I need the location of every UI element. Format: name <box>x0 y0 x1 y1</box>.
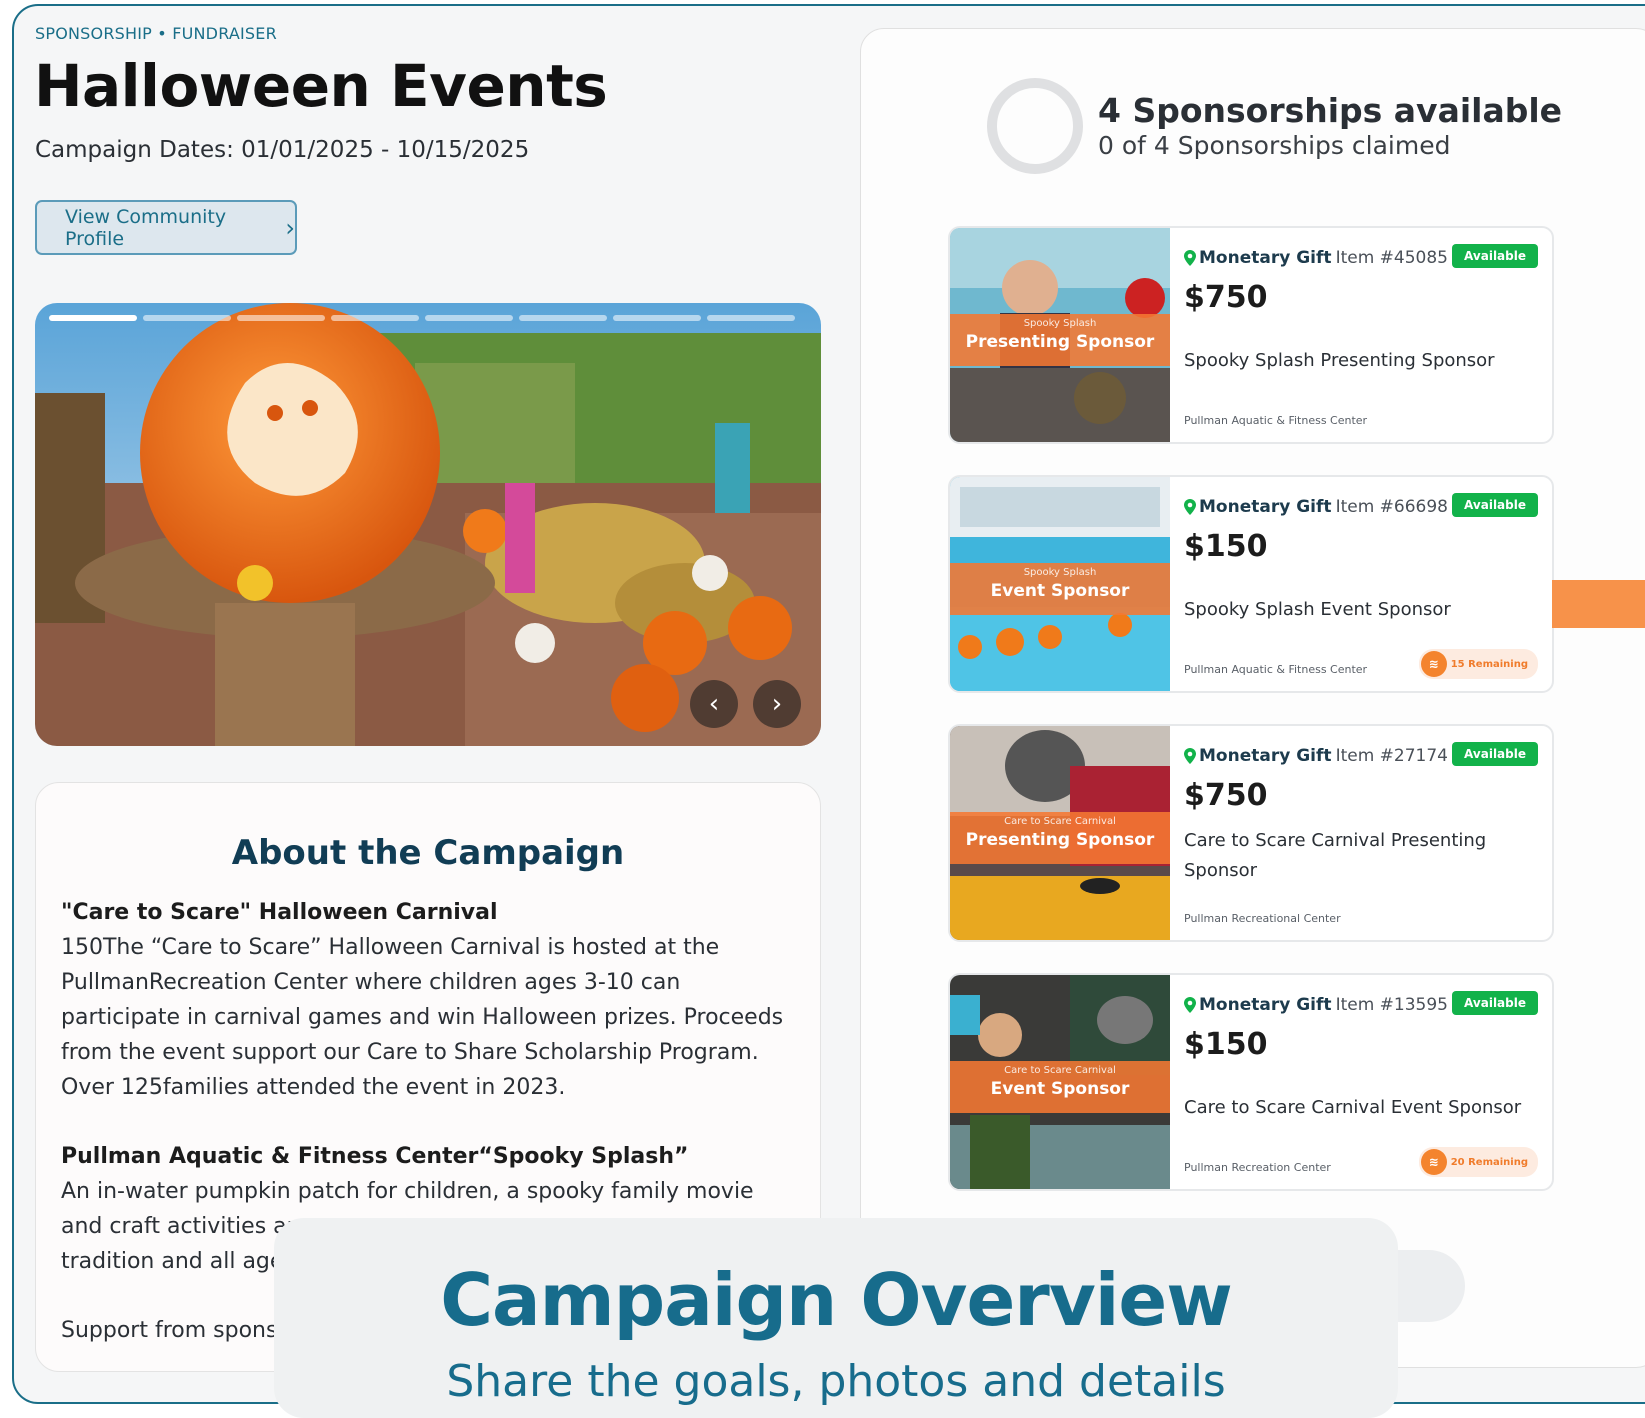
item-photo-banner: Care to Scare Carnival Presenting Sponso… <box>950 812 1170 864</box>
section-text-support: Support from spons <box>61 1318 278 1343</box>
remaining-count: 20 Remaining <box>1450 1156 1528 1168</box>
banner-title: Event Sponsor <box>990 581 1130 601</box>
campaign-overview-caption: Campaign Overview Share the goals, photo… <box>274 1218 1398 1418</box>
item-name: Spooky Splash Presenting Sponsor <box>1184 350 1495 371</box>
section-heading-splash: Pullman Aquatic & Fitness Center“Spooky … <box>61 1144 689 1169</box>
available-badge: Available <box>1452 493 1538 517</box>
available-badge: Available <box>1452 244 1538 268</box>
sponsorship-item[interactable]: Care to Scare Carnival Presenting Sponso… <box>948 724 1554 942</box>
item-venue: Pullman Recreational Center <box>1184 912 1341 925</box>
item-photo-banner: Spooky Splash Event Sponsor <box>950 563 1170 615</box>
location-pin-icon <box>1184 997 1196 1013</box>
banner-subtitle: Care to Scare Carnival <box>1004 816 1116 827</box>
sponsorships-claimed-text: 0 of 4 Sponsorships claimed <box>1098 131 1451 160</box>
item-photo-banner: Spooky Splash Presenting Sponsor <box>950 314 1170 366</box>
caption-title: Campaign Overview <box>440 1258 1233 1342</box>
item-name: Care to Scare Carnival Presenting Sponso… <box>1184 830 1487 881</box>
item-type: Monetary Gift <box>1184 746 1332 766</box>
carousel-next-button[interactable]: › <box>753 680 801 728</box>
side-feedback-tab[interactable] <box>1552 580 1645 628</box>
item-type-label: Monetary Gift <box>1199 248 1332 268</box>
item-type-label: Monetary Gift <box>1199 995 1332 1015</box>
item-type: Monetary Gift <box>1184 995 1332 1015</box>
item-name: Care to Scare Carnival Event Sponsor <box>1184 1097 1522 1118</box>
item-venue: Pullman Recreation Center <box>1184 1161 1331 1174</box>
available-badge: Available <box>1452 991 1538 1015</box>
sponsorship-item[interactable]: Care to Scare Carnival Event Sponsor Mon… <box>948 973 1554 1191</box>
location-pin-icon <box>1184 499 1196 515</box>
carousel-photo <box>35 303 821 746</box>
location-pin-icon <box>1184 748 1196 764</box>
banner-title: Event Sponsor <box>990 1079 1130 1099</box>
banner-subtitle: Care to Scare Carnival <box>1004 1065 1116 1076</box>
chevron-right-icon: › <box>285 213 295 242</box>
remaining-badge: ≋ 20 Remaining <box>1418 1147 1538 1177</box>
about-heading: About the Campaign <box>231 833 625 873</box>
photo-carousel[interactable]: ‹ › <box>35 303 821 746</box>
item-number: Item #27174 <box>1335 746 1448 766</box>
view-community-profile-button[interactable]: View Community Profile › <box>35 200 297 255</box>
carousel-prev-button[interactable]: ‹ <box>690 680 738 728</box>
campaign-dates: Campaign Dates: 01/01/2025 - 10/15/2025 <box>35 137 530 163</box>
item-number: Item #66698 <box>1335 497 1448 517</box>
item-photo-banner: Care to Scare Carnival Event Sponsor <box>950 1061 1170 1113</box>
item-price: $750 <box>1184 778 1268 813</box>
ticket-icon: ≋ <box>1420 651 1447 677</box>
campaign-tagline: SPONSORSHIP • FUNDRAISER <box>35 24 277 43</box>
sponsorship-item[interactable]: Spooky Splash Presenting Sponsor Monetar… <box>948 226 1554 444</box>
item-type-label: Monetary Gift <box>1199 497 1332 517</box>
section-text-carnival: 150The “Care to Scare” Halloween Carniva… <box>61 935 784 1100</box>
claimed-progress-ring <box>987 78 1083 174</box>
ticket-icon: ≋ <box>1420 1149 1447 1175</box>
banner-title: Presenting Sponsor <box>965 332 1155 352</box>
page-title: Halloween Events <box>34 52 608 120</box>
item-venue: Pullman Aquatic & Fitness Center <box>1184 414 1368 427</box>
item-type-label: Monetary Gift <box>1199 746 1332 766</box>
banner-subtitle: Spooky Splash <box>1023 318 1097 329</box>
item-number: Item #13595 <box>1335 995 1448 1015</box>
item-venue: Pullman Aquatic & Fitness Center <box>1184 663 1368 676</box>
section-text-splash-line3: tradition and all age <box>61 1249 284 1274</box>
item-number: Item #45085 <box>1335 248 1448 268</box>
available-badge: Available <box>1452 742 1538 766</box>
item-price: $150 <box>1184 529 1268 564</box>
banner-title: Presenting Sponsor <box>965 830 1155 850</box>
item-price: $750 <box>1184 280 1268 315</box>
section-heading-carnival: "Care to Scare" Halloween Carnival <box>61 900 498 925</box>
item-type: Monetary Gift <box>1184 497 1332 517</box>
remaining-count: 15 Remaining <box>1450 658 1528 670</box>
location-pin-icon <box>1184 250 1196 266</box>
remaining-badge: ≋ 15 Remaining <box>1418 649 1538 679</box>
item-price: $150 <box>1184 1027 1268 1062</box>
item-name: Spooky Splash Event Sponsor <box>1184 599 1451 620</box>
sponsorship-item[interactable]: Spooky Splash Event Sponsor Monetary Gif… <box>948 475 1554 693</box>
carousel-progress <box>49 315 795 321</box>
sponsorships-available-title: 4 Sponsorships available <box>1098 91 1563 130</box>
item-type: Monetary Gift <box>1184 248 1332 268</box>
profile-button-label: View Community Profile <box>65 205 227 250</box>
banner-subtitle: Spooky Splash <box>1023 567 1097 578</box>
